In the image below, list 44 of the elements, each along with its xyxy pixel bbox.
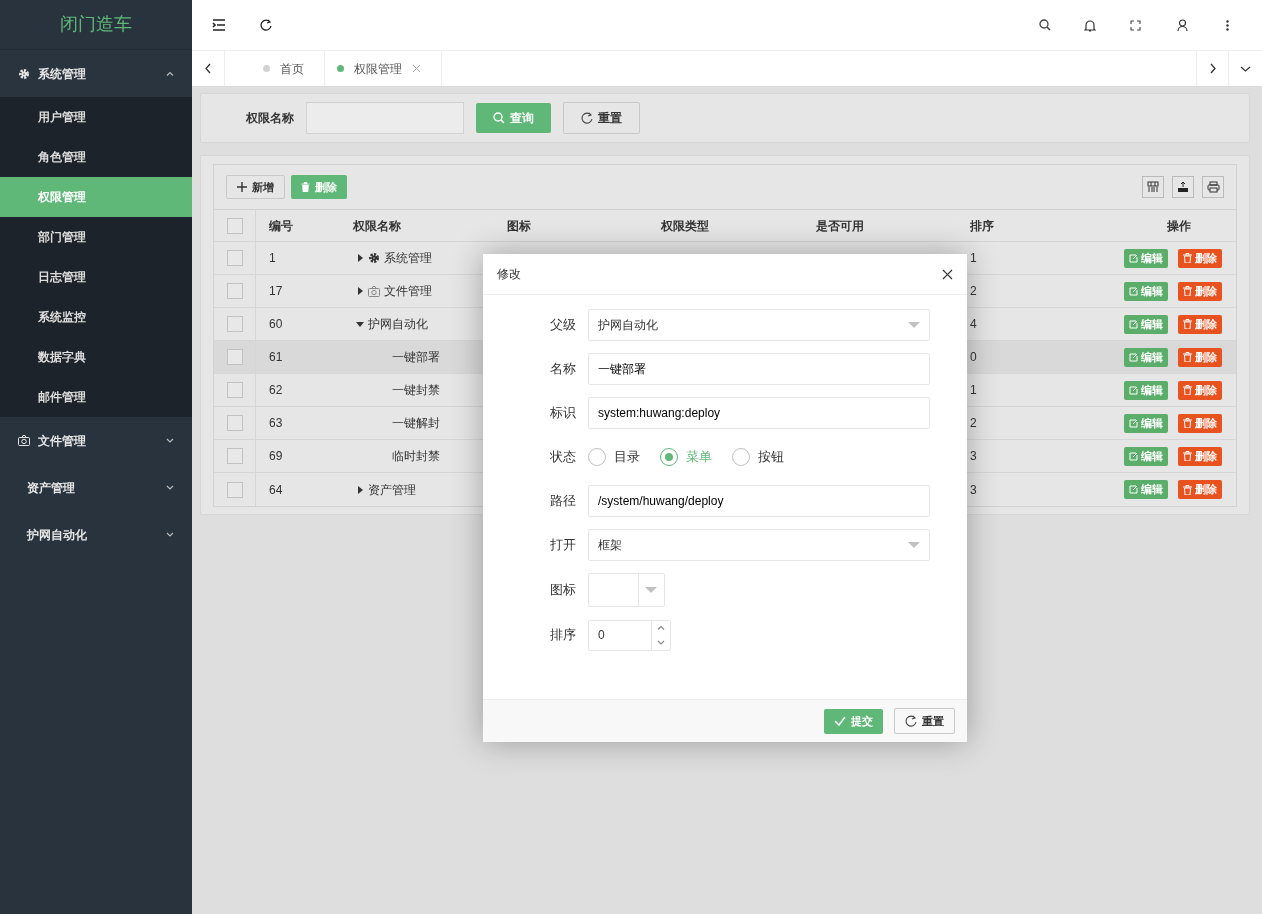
field-label: 排序 (549, 626, 577, 645)
column-header: 权限类型 (660, 217, 710, 235)
table-cell: 3 (970, 449, 977, 463)
table-cell: 63 (269, 416, 283, 430)
column-header: 编号 (268, 217, 294, 235)
column-header: 是否可用 (815, 217, 865, 235)
table-cell: 2 (970, 416, 977, 430)
table-cell: 1 (970, 251, 977, 265)
radio-label: 按钮 (758, 448, 784, 467)
table-cell: 62 (269, 383, 283, 397)
table-cell: 1 (970, 383, 977, 397)
search-label: 权限名称 (246, 110, 294, 127)
field-label: 图标 (549, 581, 577, 600)
table-cell-text: 系统管理 (384, 250, 432, 267)
field-label: 路径 (549, 492, 577, 511)
column-header: 排序 (969, 217, 995, 235)
table-cell-text: 临时封禁 (392, 448, 440, 465)
table-cell: 60 (269, 317, 283, 331)
table-cell: 1 (269, 251, 276, 265)
table-cell-text: 一键封禁 (392, 382, 440, 399)
field-label: 状态 (549, 448, 577, 467)
field-label: 名称 (549, 360, 577, 379)
table-cell-text: 一键部署 (392, 349, 440, 366)
table-cell-text: 文件管理 (384, 283, 432, 300)
table-cell: 17 (269, 284, 283, 298)
table-cell-text: 资产管理 (368, 481, 416, 499)
table-cell: 61 (269, 350, 283, 364)
table-cell: 4 (970, 317, 977, 331)
column-header: 操作 (1165, 217, 1192, 235)
table-cell: 69 (269, 449, 283, 463)
table-cell-text: 一键解封 (392, 415, 440, 432)
radio-label: 目录 (614, 448, 640, 467)
radio-label: 菜单 (686, 448, 712, 467)
table-cell: 64 (269, 482, 283, 497)
table-cell: 3 (970, 482, 977, 497)
table-cell: 2 (970, 284, 977, 298)
field-label: 标识 (549, 404, 577, 423)
column-header: 权限名称 (352, 217, 402, 235)
table-cell: 0 (970, 350, 977, 364)
dialog-title: 修改 (497, 266, 521, 283)
field-label: 父级 (549, 316, 577, 335)
column-header: 图标 (506, 217, 532, 235)
field-label: 打开 (549, 536, 577, 555)
table-cell-text: 护网自动化 (368, 316, 428, 333)
